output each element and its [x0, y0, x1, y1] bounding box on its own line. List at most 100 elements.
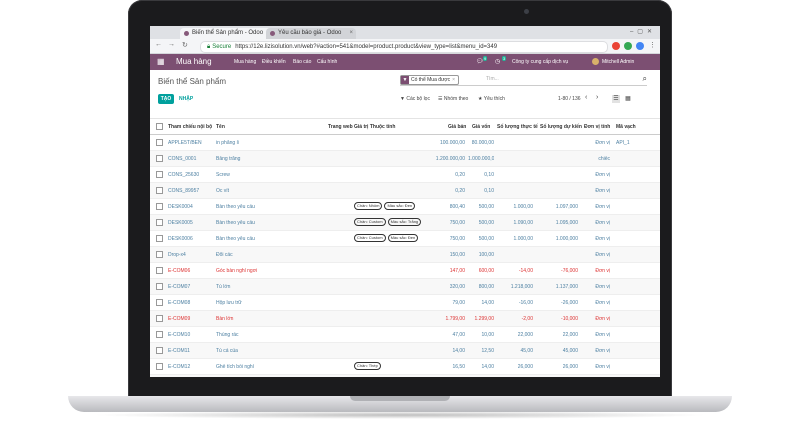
forward-icon[interactable]: →: [168, 41, 175, 48]
search-facet[interactable]: ▼ Có thể Mua được ×: [400, 75, 460, 85]
table-row[interactable]: E-COM07 Tủ lớn 320,00 800,00 1.218,000 1.137,…: [150, 279, 660, 295]
browser-tab[interactable]: Yêu cầu báo giá - Odoo ×: [266, 28, 356, 39]
groupby-dropdown[interactable]: ☰ Nhóm theo: [438, 96, 468, 102]
browser-tab-active[interactable]: Biến thể Sản phẩm - Odoo ×: [180, 28, 274, 39]
row-checkbox[interactable]: [156, 347, 163, 354]
row-checkbox[interactable]: [156, 315, 163, 322]
table-row[interactable]: E-COM12 Ghế tích bồi nghỉ 16,50 14,00 26,000…: [150, 359, 660, 375]
favorites-dropdown[interactable]: ★ Yêu thích: [478, 96, 505, 102]
menu-item-configuration[interactable]: Cấu hình: [317, 59, 337, 65]
col-name[interactable]: Tên: [216, 124, 225, 130]
filters-dropdown[interactable]: ▼ Các bộ lọc: [400, 96, 430, 102]
cell-internal-ref: E-COM11: [168, 348, 190, 354]
pager-prev-icon[interactable]: ‹: [585, 94, 587, 101]
table-row[interactable]: DESK0005 Bàn theo yêu cầu 750,00 500,00 1.09…: [150, 215, 660, 231]
table-row[interactable]: Drop-x4 Đổi các 150,00 100,00 Đơn vị: [150, 247, 660, 263]
cell-qty-on-hand: 22,000: [517, 332, 533, 338]
attribute-tag: Chân: Custom: [354, 234, 386, 242]
col-barcode[interactable]: Mã vạch: [616, 124, 636, 130]
row-checkbox[interactable]: [156, 251, 163, 258]
cell-uom: Đơn vị: [595, 204, 610, 210]
address-bar: ← → ↻ 🔒︎ Secure https://12e.lizisolution.v…: [150, 39, 660, 54]
screen: Biến thể Sản phẩm - Odoo × Yêu cầu báo g…: [150, 26, 660, 377]
url-input[interactable]: 🔒︎ Secure https://12e.lizisolution.vn/web?…: [200, 41, 608, 53]
row-checkbox[interactable]: [156, 363, 163, 370]
cell-name: Screw: [216, 172, 230, 178]
cell-uom: Đơn vị: [595, 268, 610, 274]
cell-cost: 500,00: [478, 236, 494, 242]
import-button[interactable]: NHẬP: [179, 94, 193, 104]
row-checkbox[interactable]: [156, 171, 163, 178]
row-checkbox[interactable]: [156, 187, 163, 194]
pager-next-icon[interactable]: ›: [596, 94, 598, 101]
row-checkbox[interactable]: [156, 267, 163, 274]
table-row[interactable]: DESK0004 Bàn theo yêu cầu 800,40 500,00 1.00…: [150, 199, 660, 215]
lock-icon: 🔒︎: [207, 44, 211, 50]
table-row[interactable]: E-COM09 Bàn lớn 1.799,00 1.299,00 -2,00 -10,0…: [150, 311, 660, 327]
cell-cost: 0,10: [484, 188, 494, 194]
table-row[interactable]: CONS_89957 Ốc vít 0,20 0,10 Đơn vị: [150, 183, 660, 199]
col-attribute-values[interactable]: Giá trị Thuộc tính: [354, 124, 395, 130]
table-row[interactable]: CONS_0001 Bảng trắng 1.200.000,00 1.000.000…: [150, 151, 660, 167]
col-sales-price[interactable]: Giá bán: [448, 124, 466, 130]
cell-cost: 100,00: [478, 252, 494, 258]
cell-uom: Đơn vị: [595, 348, 610, 354]
window-controls[interactable]: –▢✕: [630, 28, 656, 35]
cell-forecast-qty: 1.137,000: [555, 284, 578, 290]
table-row[interactable]: E-COM10 Thùng rác 47,00 10,00 22,000 22,000 Đơ…: [150, 327, 660, 343]
app-title[interactable]: Mua hàng: [176, 57, 212, 66]
cell-name: Tủ cá của: [216, 348, 238, 354]
row-checkbox[interactable]: [156, 235, 163, 242]
menu-item-purchase[interactable]: Mua hàng: [234, 59, 256, 65]
extension-icon[interactable]: [624, 42, 632, 50]
cell-name: Thùng rác: [216, 332, 239, 338]
extension-icon[interactable]: [612, 42, 620, 50]
select-all-checkbox[interactable]: [156, 123, 163, 130]
kanban-view-icon[interactable]: ▦: [624, 95, 632, 103]
table-row[interactable]: E-COM13Ghế tích bồi nghỉ22,009,0050,0005…: [150, 375, 660, 377]
search-icon[interactable]: ⌕: [643, 74, 647, 84]
attribute-tag: Màu sắc: Đen: [387, 234, 419, 242]
search-input[interactable]: Tìm...: [486, 76, 499, 82]
col-uom[interactable]: Đơn vị tính: [584, 124, 610, 130]
row-checkbox[interactable]: [156, 155, 163, 162]
table-row[interactable]: CONS_25630 Screw 0,20 0,10 Đơn vị: [150, 167, 660, 183]
reload-icon[interactable]: ↻: [182, 41, 188, 49]
create-button[interactable]: TẠO: [158, 94, 174, 104]
company-switcher[interactable]: Công ty cung cấp dịch vụ: [512, 59, 568, 65]
search-bar[interactable]: ▼ Có thể Mua được × Tìm... ⌕: [400, 74, 647, 86]
table-row[interactable]: E-COM06 Góc bàn nghỉ ngơi 147,00 600,00 -14,…: [150, 263, 660, 279]
table-row[interactable]: APPLE5T/BEN in phẳng ỉi 100.000,00 80.000,0…: [150, 135, 660, 151]
row-checkbox[interactable]: [156, 219, 163, 226]
activity-icon[interactable]: ◷: [495, 58, 500, 65]
menu-item-reporting[interactable]: Báo cáo: [293, 59, 311, 65]
back-icon[interactable]: ←: [155, 41, 162, 48]
row-checkbox[interactable]: [156, 203, 163, 210]
row-checkbox[interactable]: [156, 139, 163, 146]
avatar[interactable]: [592, 58, 599, 65]
close-tab-icon[interactable]: ×: [349, 28, 353, 39]
apps-grid-icon[interactable]: ▦: [157, 58, 165, 66]
row-checkbox[interactable]: [156, 299, 163, 306]
user-menu[interactable]: Mitchell Admin: [602, 59, 634, 65]
list-view-icon[interactable]: ☰: [612, 95, 620, 103]
table-row[interactable]: E-COM08 Hộp lưu trữ 79,00 14,00 -16,00 -26,00…: [150, 295, 660, 311]
cell-sales-price: 14,00: [452, 348, 465, 354]
col-forecast-qty[interactable]: Số lượng dự kiến: [540, 124, 582, 130]
col-website[interactable]: Trang web: [328, 124, 353, 130]
col-internal-ref[interactable]: Tham chiếu nội bộ: [168, 124, 212, 130]
cell-forecast-qty: -76,000: [561, 268, 578, 274]
browser-menu-icon[interactable]: ⋮: [649, 41, 656, 49]
col-cost[interactable]: Giá vốn: [472, 124, 490, 130]
cell-sales-price: 100.000,00: [439, 140, 465, 146]
cell-forecast-qty: 1.095,000: [555, 220, 578, 226]
menu-item-control[interactable]: Điều khiển: [262, 59, 286, 65]
extension-icon[interactable]: [636, 42, 644, 50]
table-row[interactable]: DESK0006 Bàn theo yêu cầu 750,00 500,00 1.00…: [150, 231, 660, 247]
col-qty-on-hand[interactable]: Số lượng thực tế: [497, 124, 538, 130]
table-row[interactable]: E-COM11 Tủ cá của 14,00 12,50 45,00 45,000 Đơn…: [150, 343, 660, 359]
row-checkbox[interactable]: [156, 283, 163, 290]
remove-facet-icon[interactable]: ×: [452, 77, 455, 83]
row-checkbox[interactable]: [156, 331, 163, 338]
pager-value[interactable]: 1-80 / 136: [558, 96, 581, 102]
